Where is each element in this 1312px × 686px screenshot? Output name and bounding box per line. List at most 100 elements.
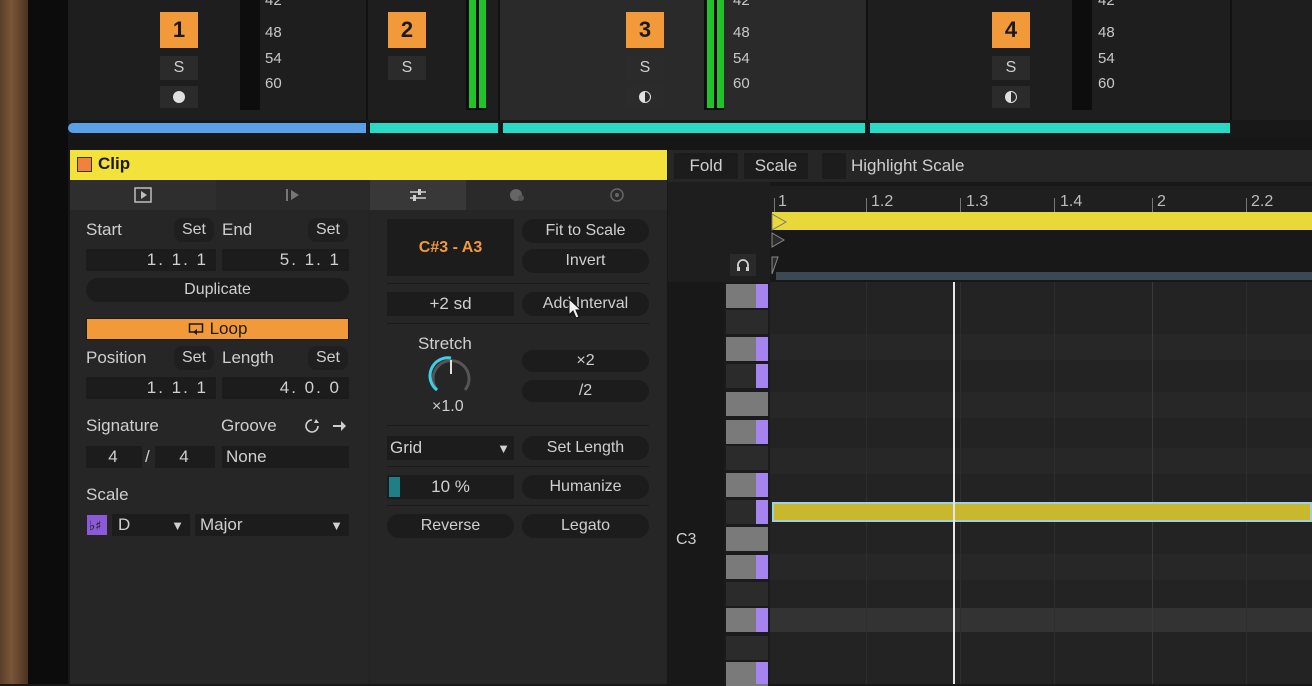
length-set-button[interactable]: Set <box>308 346 348 370</box>
piano-key[interactable] <box>726 446 768 470</box>
track-4-monitor-button[interactable] <box>992 86 1030 108</box>
scale-root-select[interactable]: D ▼ <box>112 514 190 536</box>
position-label: Position <box>86 348 147 367</box>
stretch-div2-button[interactable]: /2 <box>522 380 649 402</box>
strip-divider <box>498 0 500 120</box>
target-icon <box>610 188 624 202</box>
position-field[interactable]: 1. 1. 1 <box>86 377 216 399</box>
grid-line <box>1054 282 1055 684</box>
scale-highlight <box>756 555 768 579</box>
grid-row <box>770 392 1312 418</box>
legato-button[interactable]: Legato <box>522 514 649 538</box>
track-1-solo-button[interactable]: S <box>160 56 198 80</box>
piano-key[interactable] <box>726 310 768 334</box>
meter-level <box>717 0 724 108</box>
scale-highlight <box>756 608 768 632</box>
divider <box>387 505 649 506</box>
piano-key[interactable] <box>726 582 768 606</box>
position-set-button[interactable]: Set <box>174 346 214 370</box>
fit-to-scale-button[interactable]: Fit to Scale <box>522 219 649 243</box>
groove-commit-icon[interactable] <box>329 416 349 436</box>
fold-button[interactable]: Fold <box>674 153 738 179</box>
ruler-label: 1 <box>778 193 787 210</box>
loop-toggle[interactable]: Loop <box>86 318 349 340</box>
track-4-activator[interactable]: 4 <box>992 12 1030 48</box>
humanize-amount-field[interactable]: 10 % <box>387 475 514 499</box>
invert-button[interactable]: Invert <box>522 249 649 273</box>
transpose-field[interactable]: +2 sd <box>387 292 514 316</box>
sliders-icon <box>410 189 426 201</box>
mixer-strip-3-bg <box>500 0 866 120</box>
tab-transform[interactable] <box>370 180 466 210</box>
db-label: 42 <box>1098 0 1115 9</box>
track-3-solo-button[interactable]: S <box>626 56 664 80</box>
stretch-x2-button[interactable]: ×2 <box>522 350 649 372</box>
clip-color-swatch[interactable] <box>77 157 92 172</box>
signature-denominator[interactable]: 4 <box>155 446 215 468</box>
piano-key[interactable] <box>726 636 768 660</box>
db-label: 54 <box>1098 50 1115 67</box>
chevron-down-icon: ▼ <box>497 440 510 456</box>
start-marker-icon[interactable] <box>770 232 788 255</box>
db-label: 54 <box>733 50 750 67</box>
track-2-color-bar <box>370 123 498 133</box>
reverse-button[interactable]: Reverse <box>387 514 514 538</box>
scale-button[interactable]: Scale <box>744 153 808 179</box>
svg-text:♭♯: ♭♯ <box>89 519 101 534</box>
groove-hotswap-icon[interactable] <box>302 416 322 436</box>
humanize-amount-fill <box>389 477 400 497</box>
piano-key[interactable] <box>726 527 768 551</box>
meter-level <box>707 0 714 108</box>
scale-mode-select[interactable]: Major ▼ <box>195 514 349 536</box>
grid-select[interactable]: Grid ▼ <box>387 436 514 460</box>
ruler-label: 1.4 <box>1060 193 1083 210</box>
end-label: End <box>222 220 253 239</box>
tab-pitch[interactable] <box>568 180 666 210</box>
signature-separator: / <box>145 447 150 466</box>
track-1-activator[interactable]: 1 <box>160 12 198 48</box>
track-1-monitor-button[interactable] <box>160 86 198 108</box>
start-label: Start <box>86 220 122 239</box>
scale-root-value: D <box>118 515 131 534</box>
groove-field[interactable]: None <box>222 446 349 468</box>
track-4-meter <box>1072 0 1092 110</box>
track-4-solo-button[interactable]: S <box>992 56 1030 80</box>
highlight-scale-label: Highlight Scale <box>851 156 965 175</box>
set-length-button[interactable]: Set Length <box>522 436 649 460</box>
fold-loop-button[interactable] <box>730 254 756 276</box>
humanize-button[interactable]: Humanize <box>522 475 649 499</box>
panel-gap <box>68 138 1312 150</box>
monitor-bezel <box>28 0 68 684</box>
tab-generate[interactable] <box>468 180 566 210</box>
stretch-knob[interactable] <box>427 354 475 398</box>
loop-brace[interactable] <box>772 212 1312 230</box>
grid-row <box>770 448 1312 474</box>
playhead <box>953 282 955 684</box>
ruler-label: 2 <box>1157 193 1166 210</box>
length-field[interactable]: 4. 0. 0 <box>222 377 349 399</box>
time-ruler[interactable] <box>770 186 1312 214</box>
grid-row-highlight <box>770 608 1312 632</box>
db-label: 48 <box>265 24 282 41</box>
start-set-button[interactable]: Set <box>174 218 214 242</box>
scale-mode-toggle[interactable]: ♭♯ <box>87 515 107 535</box>
highlight-scale-checkbox[interactable] <box>822 153 846 179</box>
end-field[interactable]: 5. 1. 1 <box>222 249 349 271</box>
track-3-activator[interactable]: 3 <box>626 12 664 48</box>
start-field[interactable]: 1. 1. 1 <box>86 249 216 271</box>
signature-label: Signature <box>86 416 159 435</box>
humanize-amount-value: 10 % <box>431 477 470 496</box>
tab-audio[interactable] <box>218 180 368 210</box>
flat-sharp-icon: ♭♯ <box>89 519 101 534</box>
signature-numerator[interactable]: 4 <box>86 446 142 468</box>
track-2-solo-button[interactable]: S <box>388 56 426 80</box>
tab-clip[interactable] <box>70 180 216 210</box>
pitch-range-display: C#3 - A3 <box>387 219 514 276</box>
track-3-monitor-button[interactable] <box>626 86 664 108</box>
duplicate-button[interactable]: Duplicate <box>86 278 349 302</box>
add-interval-button[interactable]: Add Interval <box>522 292 649 316</box>
piano-key[interactable] <box>726 392 768 416</box>
end-set-button[interactable]: Set <box>308 218 348 242</box>
midi-note[interactable] <box>772 502 1312 522</box>
track-2-activator[interactable]: 2 <box>388 12 426 48</box>
